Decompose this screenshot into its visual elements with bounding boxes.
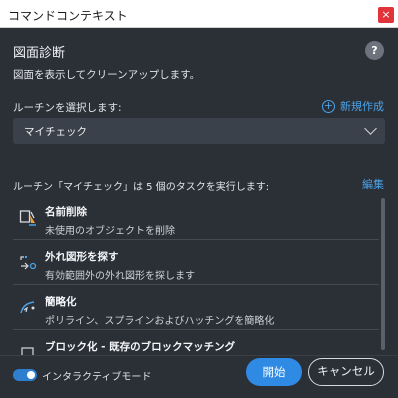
task-item-outliers[interactable]: 外れ図形を探す 有効範囲外の外れ図形を探します <box>13 240 379 284</box>
new-routine-label: 新規作成 <box>340 100 384 113</box>
task-description: ポリライン、スプラインおよびハッチングを簡略化 <box>45 316 275 327</box>
task-name: 簡略化 <box>45 296 77 308</box>
find-outliers-icon <box>20 256 37 270</box>
task-item-block[interactable]: ブロック化 - 既存のブロックマッチング <box>13 330 379 355</box>
interactive-mode-label: インタラクティブモード <box>42 372 152 383</box>
routine-dropdown[interactable]: マイチェック <box>13 118 385 144</box>
close-button[interactable]: × <box>378 7 394 23</box>
edit-link[interactable]: 編集 <box>362 176 384 192</box>
routine-select-label: ルーチンを選択します: <box>13 102 122 114</box>
task-name: ブロック化 - 既存のブロックマッチング <box>45 341 236 353</box>
list-scrollbar[interactable] <box>381 198 385 350</box>
page-title: 図面診断 <box>13 46 66 61</box>
task-name: 名前削除 <box>45 206 87 218</box>
purge-icon <box>19 210 36 226</box>
chevron-down-icon <box>364 122 377 135</box>
help-icon[interactable]: ? <box>365 41 384 60</box>
simplify-icon <box>20 301 35 314</box>
page-description: 図面を表示してクリーンアップします。 <box>13 69 201 81</box>
task-name: 外れ図形を探す <box>45 251 119 263</box>
task-description: 有効範囲外の外れ図形を探します <box>45 271 195 282</box>
routine-dropdown-value: マイチェック <box>24 126 87 138</box>
task-item-purge[interactable]: 名前削除 未使用のオブジェクトを削除 <box>13 195 379 239</box>
new-routine-button[interactable]: + 新規作成 <box>322 98 384 114</box>
footer-divider <box>0 355 398 356</box>
plus-circle-icon: + <box>322 98 335 113</box>
interactive-mode-toggle[interactable] <box>13 369 37 381</box>
block-icon <box>21 347 34 355</box>
task-summary: ルーチン「マイチェック」は 5 個のタスクを実行します: <box>13 182 270 193</box>
task-item-simplify[interactable]: 簡略化 ポリライン、スプラインおよびハッチングを簡略化 <box>13 285 379 329</box>
cancel-button[interactable]: キャンセル <box>308 358 384 386</box>
title-bar: コマンドコンテキスト × <box>0 0 398 28</box>
toggle-knob <box>27 371 35 379</box>
task-list[interactable]: 名前削除 未使用のオブジェクトを削除 外れ図形を探す 有効範囲外の外れ図形を探し… <box>13 195 385 355</box>
task-description: 未使用のオブジェクトを削除 <box>45 226 175 237</box>
start-button[interactable]: 開始 <box>246 358 302 386</box>
window-title: コマンドコンテキスト <box>8 9 128 23</box>
